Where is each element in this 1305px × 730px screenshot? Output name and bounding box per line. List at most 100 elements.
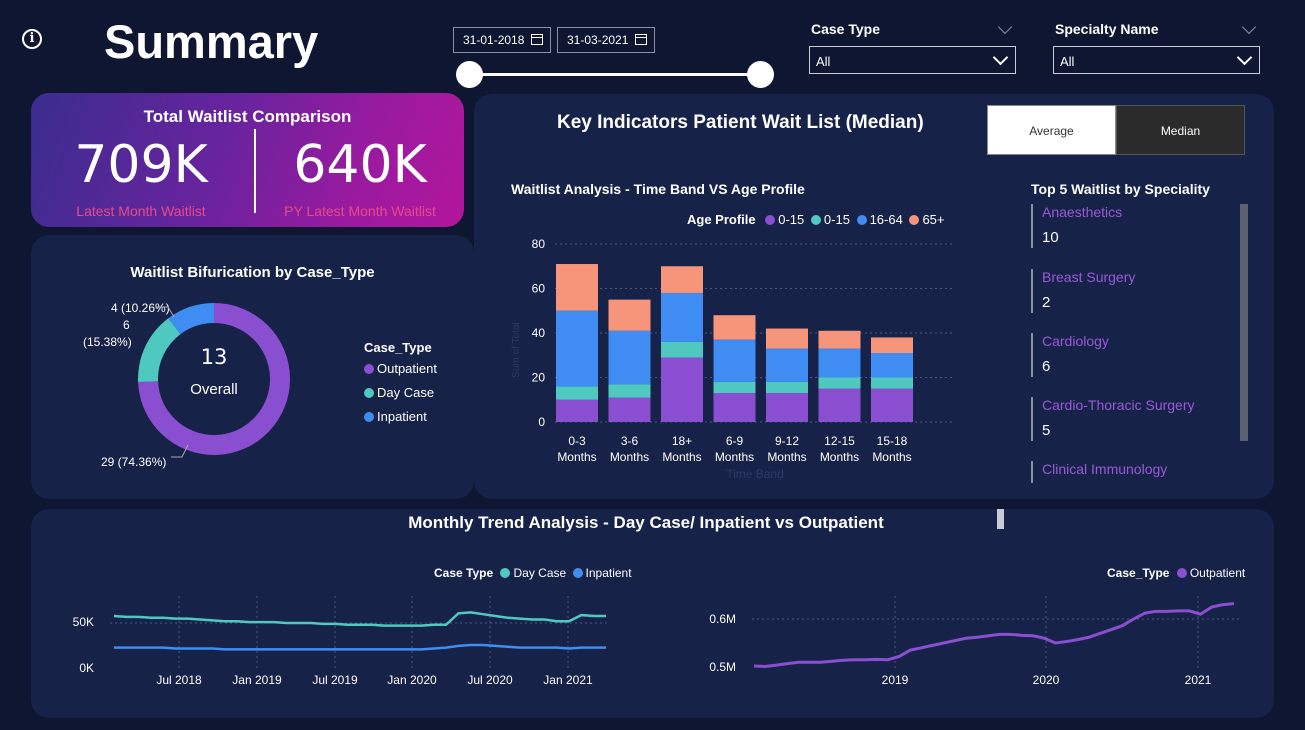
case-type-select[interactable]: All (809, 46, 1016, 74)
bar-segment (818, 377, 861, 389)
bar-segment (661, 341, 703, 358)
bar-segment (766, 381, 808, 394)
legend-item-inpatient[interactable]: Inpatient (364, 409, 437, 424)
donut-label-inpatient: 4 (10.26%) (111, 301, 170, 315)
bar-legend-title: Age Profile (687, 212, 756, 227)
x-tick-label: Months (872, 450, 911, 464)
list-item[interactable]: Cardiology 6 (1031, 333, 1231, 377)
list-item[interactable]: Breast Surgery 2 (1031, 269, 1231, 313)
series-line-inpatient (114, 643, 606, 651)
donut-slice-day-case (138, 318, 181, 383)
legend-dot (364, 412, 374, 422)
end-date-input[interactable]: 31-03-2021 (557, 27, 655, 53)
x-tick-label: 2020 (1033, 673, 1060, 687)
bar-segment (766, 348, 808, 382)
bar-segment (713, 339, 756, 382)
resize-handle[interactable] (997, 509, 1004, 529)
kpi-card: Total Waitlist Comparison 709K Latest Mo… (31, 93, 464, 227)
legend-dot (572, 568, 583, 578)
bar-segment (818, 388, 861, 422)
bar-segment (556, 386, 598, 400)
y-tick-label: 50K (73, 615, 94, 629)
list-item[interactable]: Cardio-Thoracic Surgery 5 (1031, 397, 1231, 441)
right-trend-legend: Case_Type Outpatient (1107, 566, 1245, 580)
bar-segment (871, 337, 913, 354)
legend-title: Case Type (434, 566, 494, 580)
legend-dot (364, 364, 374, 374)
chevron-down-icon[interactable] (1241, 19, 1257, 35)
list-item[interactable]: Anaesthetics 10 (1031, 204, 1231, 248)
py-month-label: PY Latest Month Waitlist (284, 203, 436, 219)
donut-chart[interactable]: 13 Overall 4 (10.26%) 6 (15.38%) 29 (74.… (60, 295, 290, 475)
right-trend-chart[interactable]: 0.6M 0.5M 2019 2020 2021 (690, 590, 1260, 700)
date-range-end-handle[interactable] (747, 61, 774, 88)
kpi-title: Total Waitlist Comparison (143, 107, 352, 126)
legend-item[interactable]: 65+ (909, 212, 945, 227)
legend-item[interactable]: 16-64 (856, 212, 903, 227)
page-title: Summary (104, 15, 319, 68)
legend-item-outpatient[interactable]: Outpatient (364, 361, 437, 376)
x-tick-label: Months (610, 450, 649, 464)
bar-segment (661, 266, 703, 293)
x-tick-label: 6-9 (726, 434, 744, 448)
legend-label: 65+ (922, 212, 945, 227)
x-tick-label: Months (767, 450, 806, 464)
legend-label: Inpatient (585, 566, 632, 580)
legend-dot (500, 568, 511, 578)
x-tick-label: Jan 2021 (543, 673, 593, 687)
bar-chart[interactable]: 0 20 40 60 80 0-3 Months 3-6 Months 18+ Months 6-9 M… (505, 230, 965, 485)
calendar-icon[interactable] (531, 34, 543, 45)
x-tick-label: Months (820, 450, 859, 464)
legend-item[interactable]: 0-15 (810, 212, 850, 227)
average-toggle-button[interactable]: Average (987, 105, 1116, 155)
list-item[interactable]: Clinical Immunology (1031, 461, 1231, 483)
median-toggle-button[interactable]: Median (1116, 105, 1245, 155)
specialty-value: 6 (1042, 358, 1051, 375)
x-tick-label: 3-6 (621, 434, 639, 448)
chevron-down-icon[interactable] (997, 19, 1013, 35)
specialty-value: 10 (1042, 229, 1059, 246)
y-tick-label: 0.5M (709, 660, 736, 674)
y-tick-label: 20 (532, 371, 546, 385)
x-tick-label: Jan 2020 (387, 673, 437, 687)
donut-title: Waitlist Bifurication by Case_Type (130, 264, 375, 281)
bar-segment (556, 264, 598, 311)
chevron-down-icon (1236, 49, 1253, 66)
legend-dot (364, 388, 374, 398)
legend-item[interactable]: Outpatient (1176, 566, 1246, 580)
legend-label: Outpatient (1189, 566, 1246, 580)
info-icon[interactable]: i (22, 29, 42, 49)
x-tick-label: 9-12 (775, 434, 799, 448)
calendar-icon[interactable] (635, 34, 647, 45)
bar-chart-title: Waitlist Analysis - Time Band VS Age Pro… (511, 181, 805, 197)
case-type-selected: All (816, 54, 831, 69)
legend-dot (810, 215, 821, 225)
bar-segment (713, 381, 756, 394)
y-tick-label: 0 (538, 415, 545, 429)
bar-segment (818, 348, 861, 378)
x-tick-label: Jan 2019 (232, 673, 282, 687)
left-trend-chart[interactable]: 50K 0K Jul 2018 Jan 2019 Jul 2019 Jan 20… (60, 590, 630, 700)
legend-item-daycase[interactable]: Day Case (364, 385, 437, 400)
kpi-divider (254, 129, 256, 213)
specialty-select[interactable]: All (1053, 46, 1260, 74)
x-tick-label: Jul 2018 (156, 673, 202, 687)
case-type-filter-label: Case Type (811, 21, 880, 37)
donut-label-outpatient: 29 (74.36%) (101, 455, 166, 469)
legend-item[interactable]: Inpatient (572, 566, 632, 580)
bar-segment (608, 384, 651, 398)
date-range-slider-track[interactable] (470, 73, 761, 76)
series-line-day-case (113, 611, 606, 627)
date-range-start-handle[interactable] (456, 61, 483, 88)
y-tick-label: 60 (532, 282, 546, 296)
bar-segment (871, 377, 913, 389)
legend-label: Day Case (513, 566, 567, 580)
legend-label: 0-15 (778, 212, 805, 227)
specialty-value: 2 (1042, 294, 1051, 311)
legend-dot (909, 215, 920, 225)
donut-center-value: 13 (201, 345, 228, 369)
start-date-input[interactable]: 31-01-2018 (453, 27, 551, 53)
legend-item[interactable]: Day Case (500, 566, 566, 580)
legend-item[interactable]: 0-15 (765, 212, 804, 227)
scrollbar-thumb[interactable] (1240, 204, 1248, 441)
